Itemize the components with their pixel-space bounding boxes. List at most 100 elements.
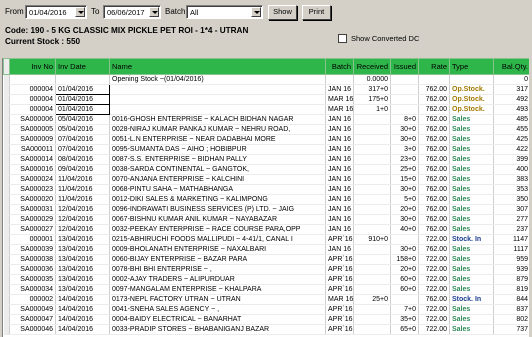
cell-bal-qty[interactable]: 317 [493,84,529,95]
cell-bal-qty[interactable]: 819 [493,284,529,295]
cell-batch[interactable]: APR`16 [325,314,354,325]
cell-batch[interactable]: APR`16 [325,284,354,295]
cell-batch[interactable]: APR`16 [325,234,354,245]
cell-name[interactable]: 0033-PRADIP STORES ~ BHABANIGANJ BAZAR [109,324,326,335]
cell-type[interactable]: Sales [449,184,494,195]
column-header-inv-no[interactable]: Inv No [9,58,56,75]
cell-inv-date[interactable]: 11/04/2016 [55,184,110,195]
table-row[interactable]: SA000034 13/04/2016 0097-MANGALAM ENTERPRI… [3,284,529,295]
cell-inv-no[interactable]: 000004 [9,94,56,105]
cell-type[interactable]: Sales [449,174,494,185]
cell-issued[interactable] [390,84,419,95]
cell-received[interactable] [353,244,391,255]
column-header-issued[interactable]: Issued [390,58,419,75]
cell-issued[interactable]: 60+0 [390,284,419,295]
cell-bal-qty[interactable]: 0 [493,74,529,85]
batch-dropdown-icon[interactable] [251,7,261,17]
cell-inv-no[interactable]: SA000049 [9,304,56,315]
column-header-bal-qty[interactable]: Bal.Qty. [493,58,529,75]
cell-type[interactable]: Op.Stock. [449,104,494,115]
cell-batch[interactable]: JAN 16 [325,204,354,215]
cell-inv-no[interactable]: SA000027 [9,224,56,235]
cell-received[interactable] [353,214,391,225]
cell-bal-qty[interactable]: 422 [493,144,529,155]
cell-type[interactable]: Sales [449,204,494,215]
cell-bal-qty[interactable]: 237 [493,224,529,235]
cell-inv-no[interactable]: SA000047 [9,314,56,325]
cell-rate[interactable]: 762.00 [418,144,450,155]
cell-name[interactable]: 0004-BAIDY ELECTRICAL ~ BANARHAT [109,314,326,325]
cell-name[interactable] [109,84,326,95]
cell-type[interactable]: Sales [449,164,494,175]
table-row[interactable]: SA000011 07/04/2016 0095-SUMANTA DAS ~ AIH… [3,144,529,155]
cell-received[interactable] [353,184,391,195]
cell-rate[interactable]: 722.00 [418,234,450,245]
cell-name[interactable]: Opening Stock ~(01/04/2016) [109,74,326,85]
table-row[interactable]: 000001 13/04/2016 0215-ABHIRUCHI FOODS MAL… [3,234,529,245]
cell-batch[interactable]: APR`16 [325,254,354,265]
cell-type[interactable]: Sales [449,144,494,155]
column-header-type[interactable]: Type [449,58,494,75]
cell-name[interactable]: 0041-SNEHA SALES AGENCY ~ , [109,304,326,315]
cell-received[interactable]: 25+0 [353,294,391,305]
cell-inv-no[interactable]: SA000036 [9,264,56,275]
table-row[interactable]: SA000031 12/04/2016 0096-INDRAWATI BUSINES… [3,204,529,215]
cell-issued[interactable]: 20+0 [390,204,419,215]
cell-batch[interactable]: JAN 16 [325,224,354,235]
cell-received[interactable] [353,194,391,205]
cell-issued[interactable]: 35+0 [390,314,419,325]
cell-issued[interactable]: 15+0 [390,174,419,185]
table-row[interactable]: SA000035 13/04/2016 0002-AJAY TRADERS ~ AL… [3,274,529,285]
cell-inv-no[interactable]: SA000024 [9,174,56,185]
cell-rate[interactable]: 722.00 [418,254,450,265]
cell-rate[interactable]: 762.00 [418,154,450,165]
cell-rate[interactable]: 762.00 [418,294,450,305]
cell-batch[interactable]: JAN 16 [325,164,354,175]
cell-type[interactable]: Sales [449,214,494,225]
cell-batch[interactable]: APR`16 [325,264,354,275]
cell-batch[interactable]: APR`16 [325,304,354,315]
cell-bal-qty[interactable]: 277 [493,214,529,225]
cell-issued[interactable]: 30+0 [390,124,419,135]
cell-bal-qty[interactable]: 802 [493,314,529,325]
cell-inv-no[interactable]: 000002 [9,294,56,305]
cell-inv-date[interactable]: 12/04/2016 [55,224,110,235]
cell-bal-qty[interactable]: 737 [493,324,529,335]
cell-inv-date[interactable]: 08/04/2016 [55,154,110,165]
cell-batch[interactable]: JAN 16 [325,214,354,225]
cell-issued[interactable]: 7+0 [390,304,419,315]
cell-inv-no[interactable]: SA000014 [9,154,56,165]
cell-inv-no[interactable]: SA000011 [9,144,56,155]
table-row[interactable]: SA000038 13/04/2016 0060-BIJAY ENTERPRISE … [3,254,529,265]
cell-inv-no[interactable]: SA000031 [9,204,56,215]
column-header-inv-date[interactable]: Inv Date [55,58,110,75]
stock-ledger-grid[interactable]: Inv No Inv Date Name Batch Received Issu… [2,58,529,337]
cell-inv-no[interactable]: SA000038 [9,254,56,265]
table-row[interactable]: SA000027 12/04/2016 0032-PEEKAY ENTERPRISE… [3,224,529,235]
cell-type[interactable]: Sales [449,244,494,255]
cell-issued[interactable]: 30+0 [390,184,419,195]
cell-received[interactable] [353,164,391,175]
cell-received[interactable] [353,134,391,145]
cell-batch[interactable]: MAR 16 [325,104,354,115]
cell-name[interactable]: 0051-L.N ENTERPRISE ~ NEAR DADABHAI MORE [109,134,326,145]
cell-type[interactable]: Sales [449,134,494,145]
cell-inv-date[interactable]: 07/04/2016 [55,144,110,155]
cell-batch[interactable]: APR`16 [325,274,354,285]
cell-inv-date[interactable]: 05/04/2016 [55,114,110,125]
cell-received[interactable] [353,254,391,265]
table-row[interactable]: 000002 14/04/2016 0173-NEPL FACTORY UTRAN … [3,294,529,305]
table-row[interactable]: SA000047 14/04/2016 0004-BAIDY ELECTRICAL … [3,314,529,325]
cell-type[interactable]: Sales [449,314,494,325]
cell-rate[interactable]: 722.00 [418,264,450,275]
cell-inv-date[interactable]: 01/04/2016 [55,104,110,115]
cell-inv-date[interactable]: 14/04/2016 [55,304,110,315]
table-row[interactable]: SA000009 07/04/2016 0051-L.N ENTERPRISE ~ … [3,134,529,145]
cell-issued[interactable]: 5+0 [390,194,419,205]
cell-inv-date[interactable]: 13/04/2016 [55,254,110,265]
cell-inv-date[interactable] [55,74,110,85]
cell-issued[interactable] [390,104,419,115]
cell-received[interactable] [353,114,391,125]
cell-received[interactable] [353,274,391,285]
cell-inv-date[interactable]: 13/04/2016 [55,234,110,245]
